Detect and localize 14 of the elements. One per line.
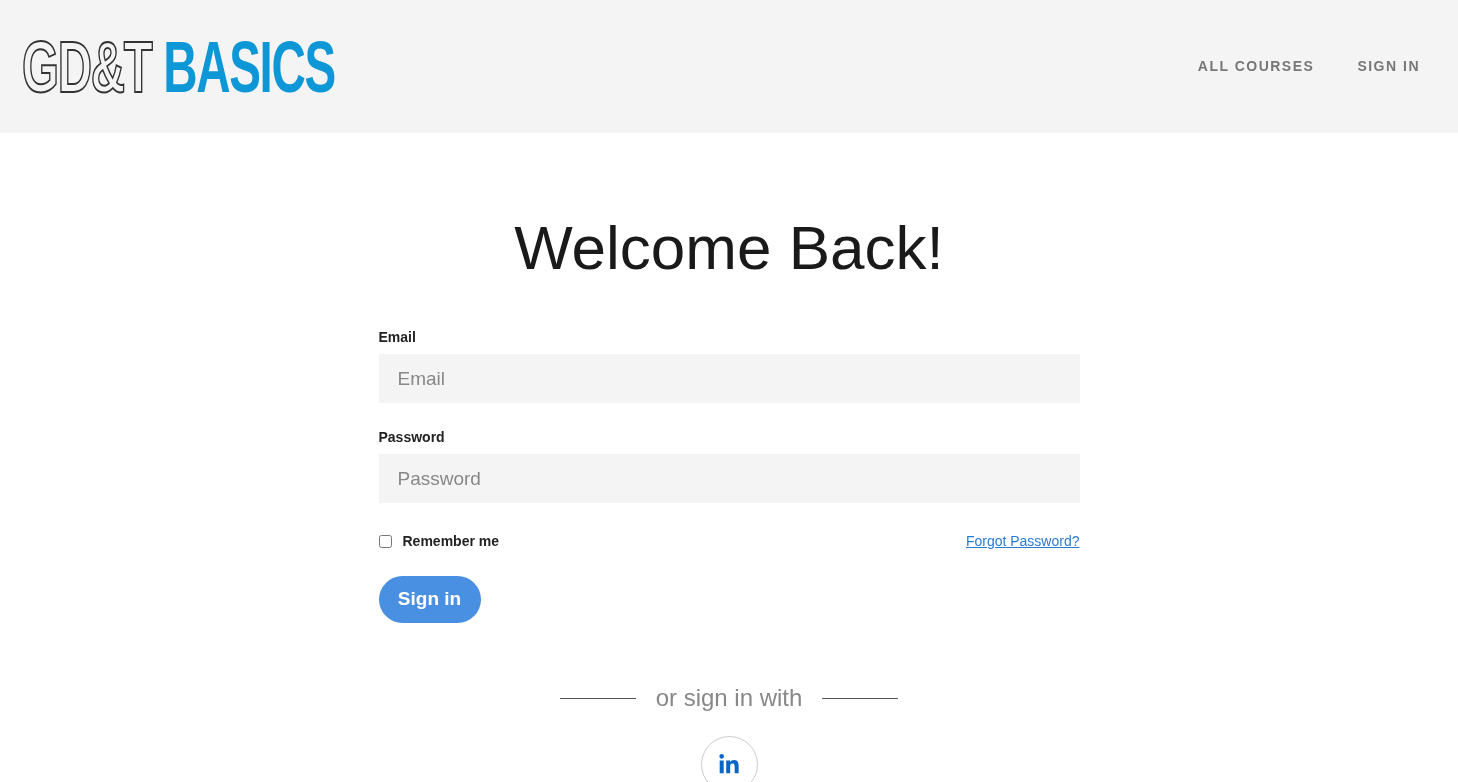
- remember-label: Remember me: [402, 532, 499, 551]
- sign-in-button[interactable]: Sign in: [378, 576, 481, 623]
- input-field[interactable]: Password: [378, 454, 1080, 503]
- alt-sign-in-label: or sign in with: [655, 683, 803, 713]
- forgot-password-link[interactable]: Forgot Password?: [965, 531, 1080, 552]
- site-logo[interactable]: GD&T BASICS: [22, 30, 335, 103]
- nav-link[interactable]: ALL COURSES: [1197, 56, 1315, 77]
- in-letters-icon: [718, 753, 740, 776]
- page-heading: Welcome Back!: [514, 213, 944, 283]
- remember-checkbox[interactable]: [378, 535, 392, 548]
- field-label: Email: [378, 328, 417, 347]
- input-field[interactable]: Email: [378, 354, 1080, 403]
- field-label: Password: [378, 428, 446, 447]
- nav-link[interactable]: SIGN IN: [1357, 56, 1420, 77]
